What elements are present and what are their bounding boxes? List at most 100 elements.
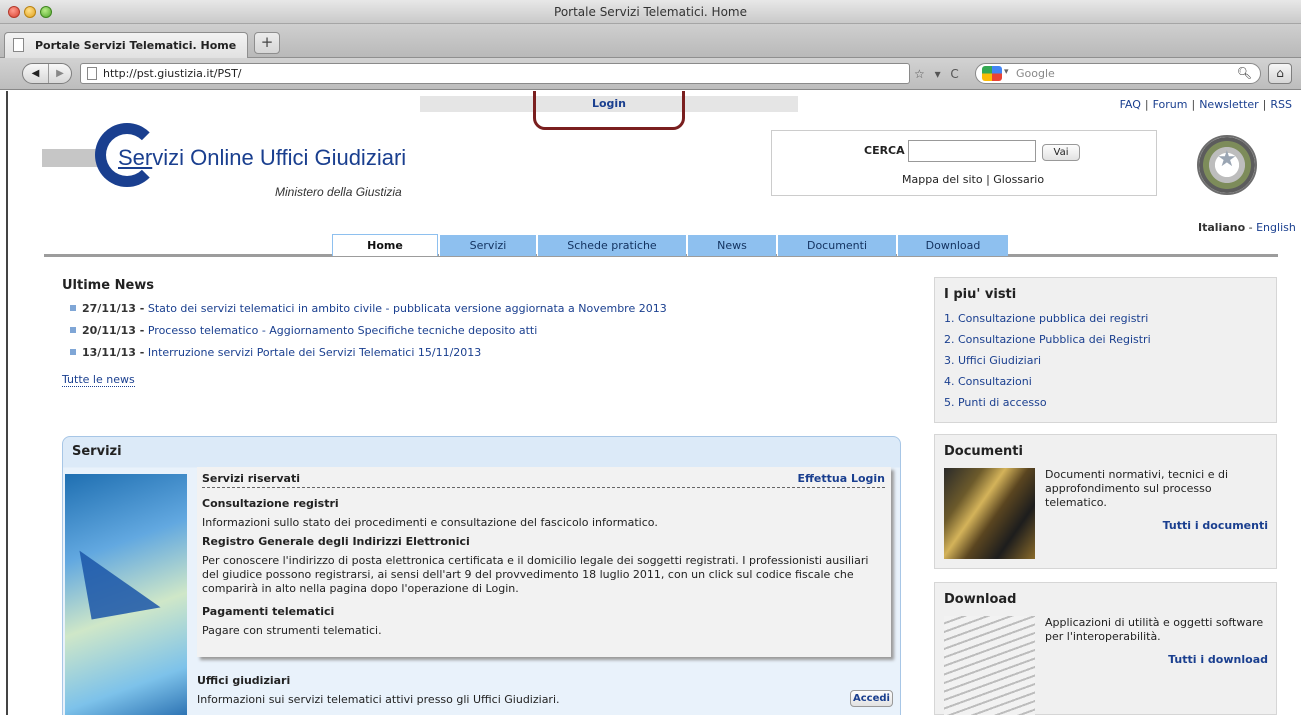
navigation-buttons: ◀ ▶ [22,63,72,84]
lang-current[interactable]: Italiano [1198,221,1245,234]
url-text[interactable]: http://pst.giustizia.it/PST/ [103,67,242,80]
tab-servizi[interactable]: Servizi [439,235,536,256]
new-tab-button[interactable]: + [254,32,280,54]
service-consultazione-desc: Informazioni sullo stato dei procediment… [202,516,658,529]
most-viewed-heading: I piu' visti [944,287,1017,302]
page-left-border [6,91,8,715]
most-viewed-item[interactable]: 2. Consultazione Pubblica dei Registri [944,333,1151,346]
service-reginde-title[interactable]: Registro Generale degli Indirizzi Elettr… [202,535,470,548]
service-pagamenti-title[interactable]: Pagamenti telematici [202,605,334,618]
tab-bar: Portale Servizi Telematici. Home + [0,24,1301,58]
news-link[interactable]: Interruzione servizi Portale dei Servizi… [148,346,481,359]
lang-separator: - [1245,221,1257,234]
site-subtitle: Ministero della Giustizia [275,185,402,199]
browser-tab-label: Portale Servizi Telematici. Home [35,39,237,52]
window-titlebar: Portale Servizi Telematici. Home [0,0,1301,24]
news-link[interactable]: Processo telematico - Aggiornamento Spec… [148,324,537,337]
cursor-arrow-icon [79,538,161,620]
documenti-heading: Documenti [944,444,1023,459]
faq-link[interactable]: FAQ [1120,98,1141,111]
service-consultazione-title[interactable]: Consultazione registri [202,497,339,510]
login-highlight-annotation [533,91,685,130]
news-date: 27/11/13 - [82,302,145,315]
url-bar[interactable]: http://pst.giustizia.it/PST/ [80,63,910,84]
all-documents-link[interactable]: Tutti i documenti [1163,519,1268,532]
site-title-uffici: Uffici Giudiziari [259,145,407,170]
effettua-login-link[interactable]: Effettua Login [797,472,885,485]
tab-schede-pratiche[interactable]: Schede pratiche [537,235,686,256]
news-item: 13/11/13 - Interruzione servizi Portale … [70,346,481,359]
news-heading: Ultime News [62,278,155,293]
accedi-button[interactable]: Accedi [850,690,893,707]
back-arrow-icon[interactable]: ◀ [23,64,49,83]
language-switch: Italiano - English [1198,221,1296,234]
newsletter-link[interactable]: Newsletter [1199,98,1258,111]
search-icon[interactable]: 🔍︎ [1237,66,1252,80]
site-title-ser: Ser [118,145,153,170]
service-reginde-desc: Per conoscere l'indirizzo di posta elett… [202,554,869,595]
download-box: Download Applicazioni di utilità e ogget… [934,582,1277,715]
site-title[interactable]: Servizi Online Uffici Giudiziari [118,145,406,171]
site-search-box: CERCA Vai Mappa del sito | Glossario [771,130,1157,196]
servizi-heading: Servizi [72,444,122,459]
divider [202,487,885,488]
all-downloads-link[interactable]: Tutti i download [1168,653,1268,666]
forward-arrow-icon[interactable]: ▶ [49,64,71,83]
chevron-down-icon[interactable]: ▾ [1004,67,1009,77]
news-link[interactable]: Stato dei servizi telematici in ambito c… [148,302,667,315]
tab-download[interactable]: Download [897,235,1008,256]
uffici-title[interactable]: Uffici giudiziari [197,674,290,687]
search-engine-icon[interactable] [982,66,1002,81]
search-label: CERCA [864,144,905,157]
site-map-links[interactable]: Mappa del sito | Glossario [902,173,1044,186]
all-news-link[interactable]: Tutte le news [62,373,135,387]
forum-link[interactable]: Forum [1153,98,1188,111]
bullet-icon [70,305,76,311]
keyboard-image [944,616,1035,715]
page-icon [87,67,97,80]
browser-search-bar[interactable]: ▾ Google 🔍︎ [975,63,1261,84]
lang-english-link[interactable]: English [1256,221,1296,234]
rss-link[interactable]: RSS [1270,98,1292,111]
servizi-cursor-image [65,474,187,715]
separator: | [1262,98,1267,111]
news-date: 13/11/13 - [82,346,145,359]
documenti-image [944,468,1035,559]
most-viewed-item[interactable]: 4. Consultazioni [944,375,1032,388]
bullet-icon [70,327,76,333]
browser-tab[interactable]: Portale Servizi Telematici. Home [4,32,248,58]
tab-documenti[interactable]: Documenti [777,235,896,256]
bullet-icon [70,349,76,355]
top-links: FAQ | Forum | Newsletter | RSS [1120,98,1292,111]
most-viewed-box: I piu' visti 1. Consultazione pubblica d… [934,277,1277,423]
most-viewed-item[interactable]: 1. Consultazione pubblica dei registri [944,312,1148,325]
news-item: 27/11/13 - Stato dei servizi telematici … [70,302,667,315]
download-desc: Applicazioni di utilità e oggetti softwa… [1045,616,1264,643]
window-title: Portale Servizi Telematici. Home [554,5,747,19]
reserved-services-title: Servizi riservati [202,472,301,485]
separator: | [1191,98,1196,111]
search-engine-name: Google [1016,67,1055,80]
site-title-vizi: vizi [152,145,185,170]
news-item: 20/11/13 - Processo telematico - Aggiorn… [70,324,537,337]
page-content: Login FAQ | Forum | Newsletter | RSS Servizi O… [0,91,1301,715]
reserved-services-box: Servizi riservati Effettua Login Consult… [197,467,891,657]
service-pagamenti-desc: Pagare con strumenti telematici. [202,624,382,637]
documenti-desc: Documenti normativi, tecnici e di approf… [1045,468,1229,509]
uffici-desc: Informazioni sui servizi telematici atti… [197,693,560,706]
site-title-online: Online [184,145,260,170]
servizi-panel: Servizi Servizi riservati Effettua Login… [62,436,901,715]
separator: | [1144,98,1149,111]
emblem-star-icon: ★ [1217,147,1237,172]
most-viewed-item[interactable]: 3. Uffici Giudiziari [944,354,1041,367]
star-icon[interactable]: ☆ ▾ C [914,67,962,81]
most-viewed-item[interactable]: 5. Punti di accesso [944,396,1047,409]
home-icon[interactable]: ⌂ [1268,63,1292,84]
search-input[interactable] [908,140,1036,162]
search-submit-button[interactable]: Vai [1042,144,1080,161]
page-icon [13,38,24,52]
tab-home[interactable]: Home [332,234,438,256]
download-heading: Download [944,592,1017,607]
tab-news[interactable]: News [687,235,776,256]
news-date: 20/11/13 - [82,324,145,337]
